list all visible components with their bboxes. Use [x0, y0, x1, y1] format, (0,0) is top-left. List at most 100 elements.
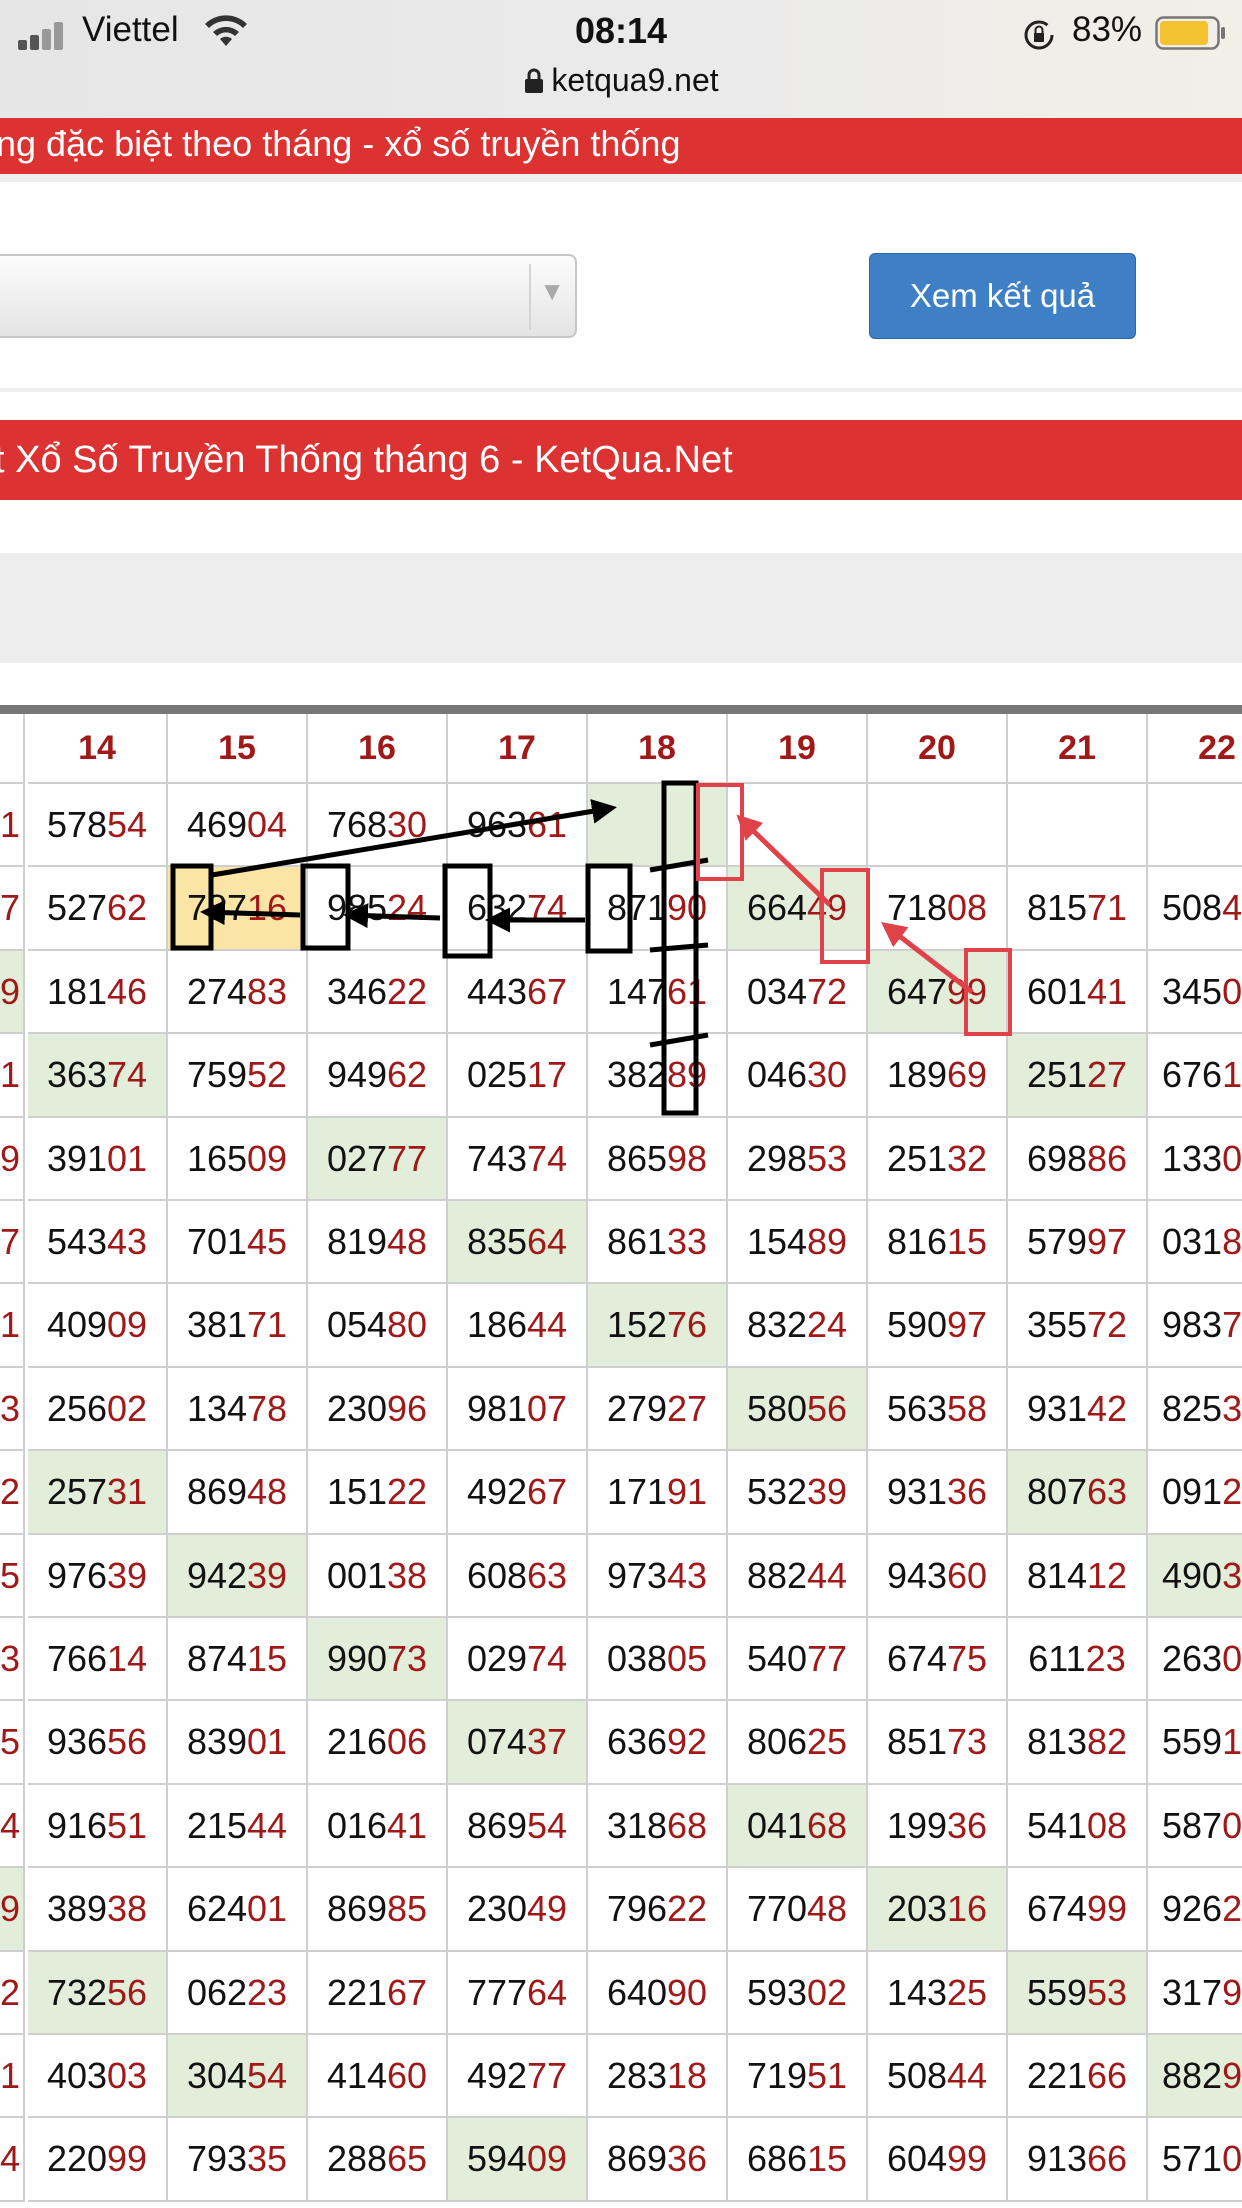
number-lead: 543: [46, 1221, 108, 1262]
number-tail: 18: [667, 2055, 708, 2096]
number-tail: 9: [1222, 2055, 1242, 2096]
number-tail: 15: [247, 1638, 288, 1679]
number-tail: 08: [1087, 1804, 1128, 1846]
number-tail: 48: [247, 1471, 288, 1513]
table-cell: 74374: [448, 1117, 588, 1201]
address-bar[interactable]: ketqua9.net: [0, 60, 1242, 99]
number-lead: 698: [1026, 1137, 1088, 1179]
number-lead: 414: [326, 2055, 388, 2096]
table-cell: 1: [0, 2035, 25, 2119]
number-lead: 766: [46, 1638, 108, 1679]
number-tail: 56: [107, 1971, 148, 2013]
number-lead: 869: [186, 1471, 248, 1513]
number-tail: 54: [527, 1804, 568, 1846]
number-lead: 632: [466, 887, 528, 929]
number-tail: 89: [667, 1054, 708, 1096]
chevron-down-icon: ▼: [539, 276, 565, 306]
number-lead: 942: [186, 1554, 248, 1596]
battery-icon: [1155, 16, 1225, 50]
table-cell: 5591: [1148, 1701, 1242, 1785]
number-lead: 768: [326, 804, 388, 845]
table-cell: 01641: [308, 1784, 448, 1869]
number-tail: 64: [527, 1221, 568, 1262]
table-cell: 86954: [448, 1784, 588, 1869]
table-cell: 52762: [28, 867, 168, 951]
table-cell: 96361: [448, 784, 588, 868]
table-cell: 54077: [728, 1618, 868, 1702]
table-cell: 99073: [308, 1618, 448, 1702]
table-cell: 56358: [868, 1367, 1008, 1452]
number-lead: 990: [326, 1638, 388, 1679]
table-cell: 7: [0, 867, 25, 951]
number-tail: 77: [387, 1137, 428, 1179]
number-tail: 4: [0, 2138, 20, 2180]
number-tail: 12: [1087, 1554, 1128, 1596]
number-lead: 931: [1026, 1387, 1088, 1429]
number-lead: 189: [886, 1054, 948, 1096]
table-cell: 1: [0, 784, 25, 868]
table-cell: 20316: [868, 1868, 1008, 1952]
table-cell: 77764: [448, 1951, 588, 2035]
table-cell: 76830: [308, 784, 448, 868]
table-cell: 49277: [448, 2035, 588, 2119]
number-lead: 288: [326, 2138, 388, 2180]
table-cell: 14325: [868, 1951, 1008, 2035]
number-lead: 865: [606, 1137, 668, 1179]
number-lead: 796: [606, 1888, 668, 1930]
table-cell: 04168: [728, 1784, 868, 1869]
table-cell: 22099: [28, 2118, 168, 2202]
table-cell: 73256: [28, 1951, 168, 2035]
table-cell: 91651: [28, 1784, 168, 1869]
number-lead: 382: [606, 1054, 668, 1096]
table-header-day-15: 15: [168, 714, 308, 784]
number-tail: 25: [947, 1971, 988, 2013]
number-tail: 36: [667, 2138, 708, 2180]
table-cell: 18644: [448, 1284, 588, 1368]
view-results-button[interactable]: Xem kết quả: [869, 253, 1136, 339]
number-lead: 813: [1026, 1721, 1088, 1763]
number-tail: 2: [1222, 1471, 1242, 1513]
table-cell: 36374: [28, 1034, 168, 1118]
table-cell: 75952: [168, 1034, 308, 1118]
table-cell: 93142: [1008, 1367, 1148, 1452]
number-tail: 1: [1222, 1054, 1242, 1096]
number-tail: 77: [807, 1638, 848, 1679]
number-tail: 82: [1087, 1721, 1128, 1763]
table-cell: 3450: [1148, 951, 1242, 1035]
table-cell: 85173: [868, 1701, 1008, 1785]
table-cell: 83564: [448, 1201, 588, 1285]
table-header-day-16: 16: [308, 714, 448, 784]
table-cell: [868, 784, 1008, 868]
number-tail: 74: [527, 1137, 568, 1179]
table-cell: 2: [0, 1951, 25, 2035]
number-tail: 90: [667, 1971, 708, 2013]
number-tail: 69: [947, 1054, 988, 1096]
number-lead: 133: [1162, 1137, 1223, 1179]
number-lead: 074: [466, 1721, 528, 1763]
number-tail: 9: [0, 1137, 20, 1179]
number-tail: 9: [0, 1888, 20, 1930]
table-cell: 5: [0, 1701, 25, 1785]
table-cell: 59409: [448, 2118, 588, 2202]
table-cell: 8829: [1148, 2035, 1242, 2119]
table-cell: 57854: [28, 784, 168, 868]
table-cell: 64799: [868, 950, 1008, 1035]
number-lead: 216: [326, 1721, 388, 1763]
number-tail: 39: [247, 1554, 288, 1596]
number-tail: 53: [807, 1137, 848, 1179]
number-lead: 571: [1162, 2138, 1223, 2180]
number-lead: 874: [186, 1638, 248, 1679]
number-tail: 38: [107, 1888, 148, 1930]
table-cell: 05480: [308, 1284, 448, 1368]
number-lead: 770: [746, 1888, 808, 1930]
number-tail: 66: [1087, 2138, 1128, 2180]
number-tail: 02: [807, 1971, 848, 2013]
number-lead: 143: [886, 1971, 948, 2013]
number-tail: 73: [947, 1721, 988, 1763]
number-lead: 816: [886, 1221, 948, 1262]
number-lead: 283: [606, 2055, 668, 2096]
table-cell: 46904: [168, 784, 308, 868]
month-select[interactable]: ▼: [0, 254, 577, 338]
number-tail: 49: [807, 887, 848, 929]
rotation-lock-icon: [1024, 20, 1054, 50]
